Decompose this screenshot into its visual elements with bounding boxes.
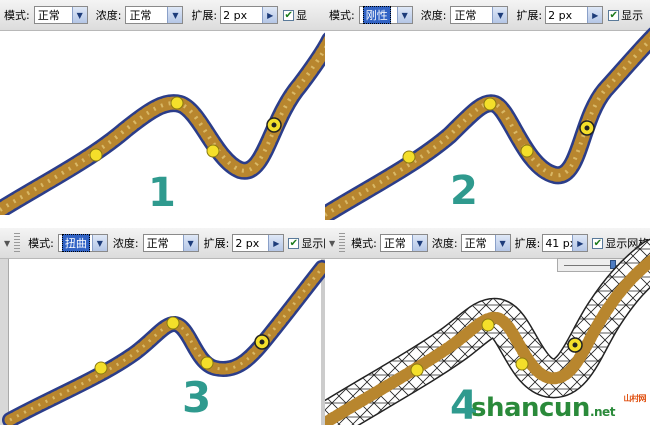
pin-marker[interactable]: [89, 148, 103, 162]
pin-marker[interactable]: [200, 356, 214, 370]
rope-image: [325, 30, 650, 220]
pin-marker[interactable]: [402, 150, 416, 164]
pin-marker[interactable]: [520, 144, 534, 158]
selected-pin-center: [271, 122, 277, 128]
pin-marker[interactable]: [170, 96, 184, 110]
rope-image: [4, 262, 325, 425]
pin-marker[interactable]: [94, 361, 108, 375]
pin-marker[interactable]: [410, 363, 424, 377]
step-number: 2: [450, 168, 478, 214]
step-number: 1: [148, 170, 176, 215]
puppet-warp-panel-1: 模式: 正常 ▼ 浓度: 正常 ▼ 扩展: 2 px ▶ ✔ 显 1: [0, 0, 325, 215]
canvas-3: [2, 260, 325, 425]
pin-marker[interactable]: [166, 316, 180, 330]
selected-pin-center: [572, 342, 578, 348]
watermark-logo: shancun.net 山村网: [470, 393, 647, 423]
canvas-2: [325, 27, 650, 220]
selected-pin-center: [259, 339, 265, 345]
pin-marker[interactable]: [515, 357, 529, 371]
puppet-warp-panel-4: ▼ 模式: 正常 ▼ 浓度: 正常 ▼ 扩展: 41 px ▶ ✔ 显示网格 4…: [325, 228, 650, 425]
pin-marker[interactable]: [206, 144, 220, 158]
watermark-tld: .net: [589, 405, 615, 419]
watermark-brand: shancun: [470, 393, 590, 423]
pin-marker[interactable]: [483, 97, 497, 111]
step-number: 3: [182, 373, 212, 422]
puppet-warp-panel-2: 模式: 刚性 ▼ 浓度: 正常 ▼ 扩展: 2 px ▶ ✔ 显示 2: [325, 0, 650, 220]
puppet-warp-panel-3: ▼ 模式: 扭曲▼ 浓度: 正常▼ 扩展: 2 px▶ ✔ 显示网 3: [0, 228, 325, 425]
watermark-cn: 山村网: [623, 394, 647, 403]
selected-pin-center: [584, 125, 590, 131]
pin-marker[interactable]: [481, 318, 495, 332]
